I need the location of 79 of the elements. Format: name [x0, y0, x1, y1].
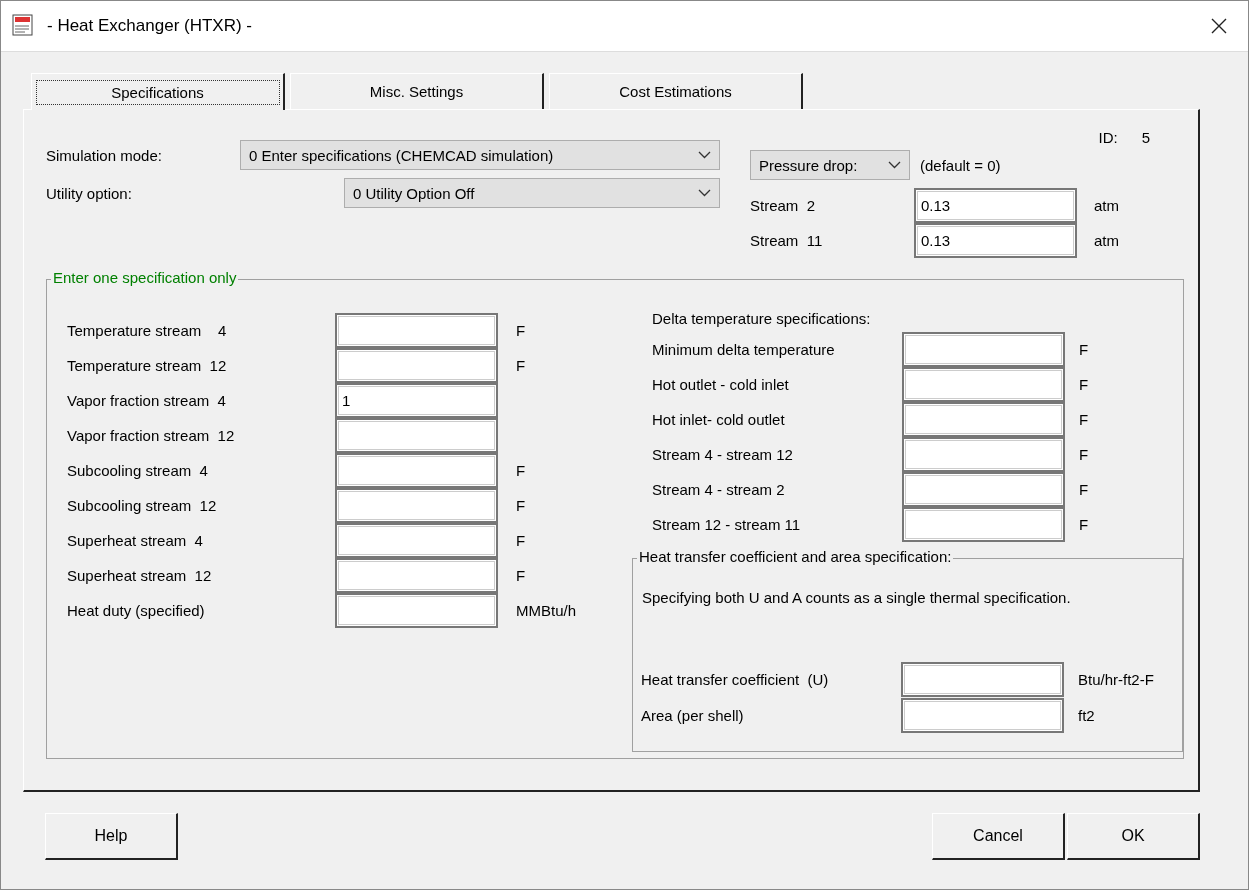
- unit-label: MMBtu/h: [516, 602, 576, 619]
- group-title: Heat transfer coefficient and area specification:: [637, 548, 954, 565]
- unit-label: F: [1079, 481, 1089, 498]
- unit-label: Btu/hr-ft2-F: [1078, 671, 1154, 688]
- tab[interactable]: Misc. Settings: [290, 73, 544, 109]
- field-label: Stream 11: [750, 232, 824, 249]
- input-field[interactable]: [902, 402, 1065, 437]
- field-label: Superheat stream 4: [67, 532, 204, 549]
- tab[interactable]: Cost Estimations: [549, 73, 803, 109]
- chevron-down-icon: [698, 189, 711, 197]
- input-field[interactable]: [335, 593, 498, 628]
- dropdown[interactable]: 0 Utility Option Off: [344, 178, 720, 208]
- field-label: Subcooling stream 12: [67, 497, 218, 514]
- input-field[interactable]: [335, 348, 498, 383]
- help-button[interactable]: Help: [45, 813, 178, 860]
- field-label: Minimum delta temperature: [652, 341, 836, 358]
- default-note: (default = 0): [920, 156, 1001, 174]
- field-label: Stream 12 - stream 11: [652, 516, 802, 533]
- field-label: Heat duty (specified): [67, 602, 206, 619]
- input-field[interactable]: [902, 437, 1065, 472]
- unit-label: atm: [1094, 232, 1119, 249]
- unit-label: F: [1079, 341, 1089, 358]
- field-label: Simulation mode:: [46, 146, 163, 164]
- input-field[interactable]: [335, 453, 498, 488]
- unit-label: F: [1079, 411, 1089, 428]
- id-label: ID:: [1098, 128, 1118, 146]
- input-field[interactable]: [901, 662, 1064, 697]
- chevron-down-icon: [888, 161, 901, 169]
- input-field[interactable]: [902, 332, 1065, 367]
- unit-label: F: [516, 532, 526, 549]
- input-field[interactable]: 1: [335, 383, 498, 418]
- field-label: Temperature stream 4: [67, 322, 228, 339]
- group-title: Enter one specification only: [51, 269, 239, 286]
- unit-label: F: [516, 322, 526, 339]
- field-label: Hot outlet - cold inlet: [652, 376, 790, 393]
- field-label: Heat transfer coefficient (U): [641, 671, 830, 688]
- input-field[interactable]: [335, 523, 498, 558]
- field-label: Vapor fraction stream 4: [67, 392, 227, 409]
- input-field[interactable]: [902, 472, 1065, 507]
- field-label: Utility option:: [46, 184, 133, 202]
- field-label: Stream 2: [750, 197, 817, 214]
- unit-label: F: [516, 567, 526, 584]
- dropdown[interactable]: 0 Enter specifications (CHEMCAD simulation): [240, 140, 720, 170]
- input-field[interactable]: [335, 313, 498, 348]
- dropdown[interactable]: Pressure drop:: [750, 150, 910, 180]
- unit-label: F: [516, 357, 526, 374]
- dialog-button[interactable]: OK: [1067, 813, 1200, 860]
- input-field[interactable]: [902, 507, 1065, 542]
- field-label: Vapor fraction stream 12: [67, 427, 236, 444]
- unit-label: F: [516, 462, 526, 479]
- note-text: Specifying both U and A counts as a single thermal specification.: [642, 589, 1071, 606]
- document-icon: [11, 14, 35, 38]
- id-value: 5: [1141, 128, 1150, 146]
- unit-label: F: [1079, 376, 1089, 393]
- field-label: Superheat stream 12: [67, 567, 213, 584]
- input-field[interactable]: [335, 488, 498, 523]
- field-label: Stream 4 - stream 12: [652, 446, 794, 463]
- input-field[interactable]: [335, 418, 498, 453]
- field-label: Subcooling stream 4: [67, 462, 209, 479]
- tab[interactable]: Specifications: [31, 73, 285, 110]
- chevron-down-icon: [698, 151, 711, 159]
- unit-label: F: [1079, 446, 1089, 463]
- input-field[interactable]: [902, 367, 1065, 402]
- input-field[interactable]: [335, 558, 498, 593]
- input-field[interactable]: 0.13: [914, 188, 1077, 223]
- section-title: Delta temperature specifications:: [652, 310, 871, 327]
- dialog-button[interactable]: Cancel: [932, 813, 1065, 860]
- field-label: Area (per shell): [641, 707, 745, 724]
- input-field[interactable]: 0.13: [914, 223, 1077, 258]
- input-field[interactable]: [901, 698, 1064, 733]
- field-label: Stream 4 - stream 2: [652, 481, 786, 498]
- unit-label: F: [1079, 516, 1089, 533]
- field-label: Temperature stream 12: [67, 357, 228, 374]
- unit-label: ft2: [1078, 707, 1095, 724]
- field-label: Hot inlet- cold outlet: [652, 411, 786, 428]
- unit-label: F: [516, 497, 526, 514]
- close-icon[interactable]: [1210, 17, 1228, 35]
- unit-label: atm: [1094, 197, 1119, 214]
- window-title: - Heat Exchanger (HTXR) -: [47, 16, 253, 36]
